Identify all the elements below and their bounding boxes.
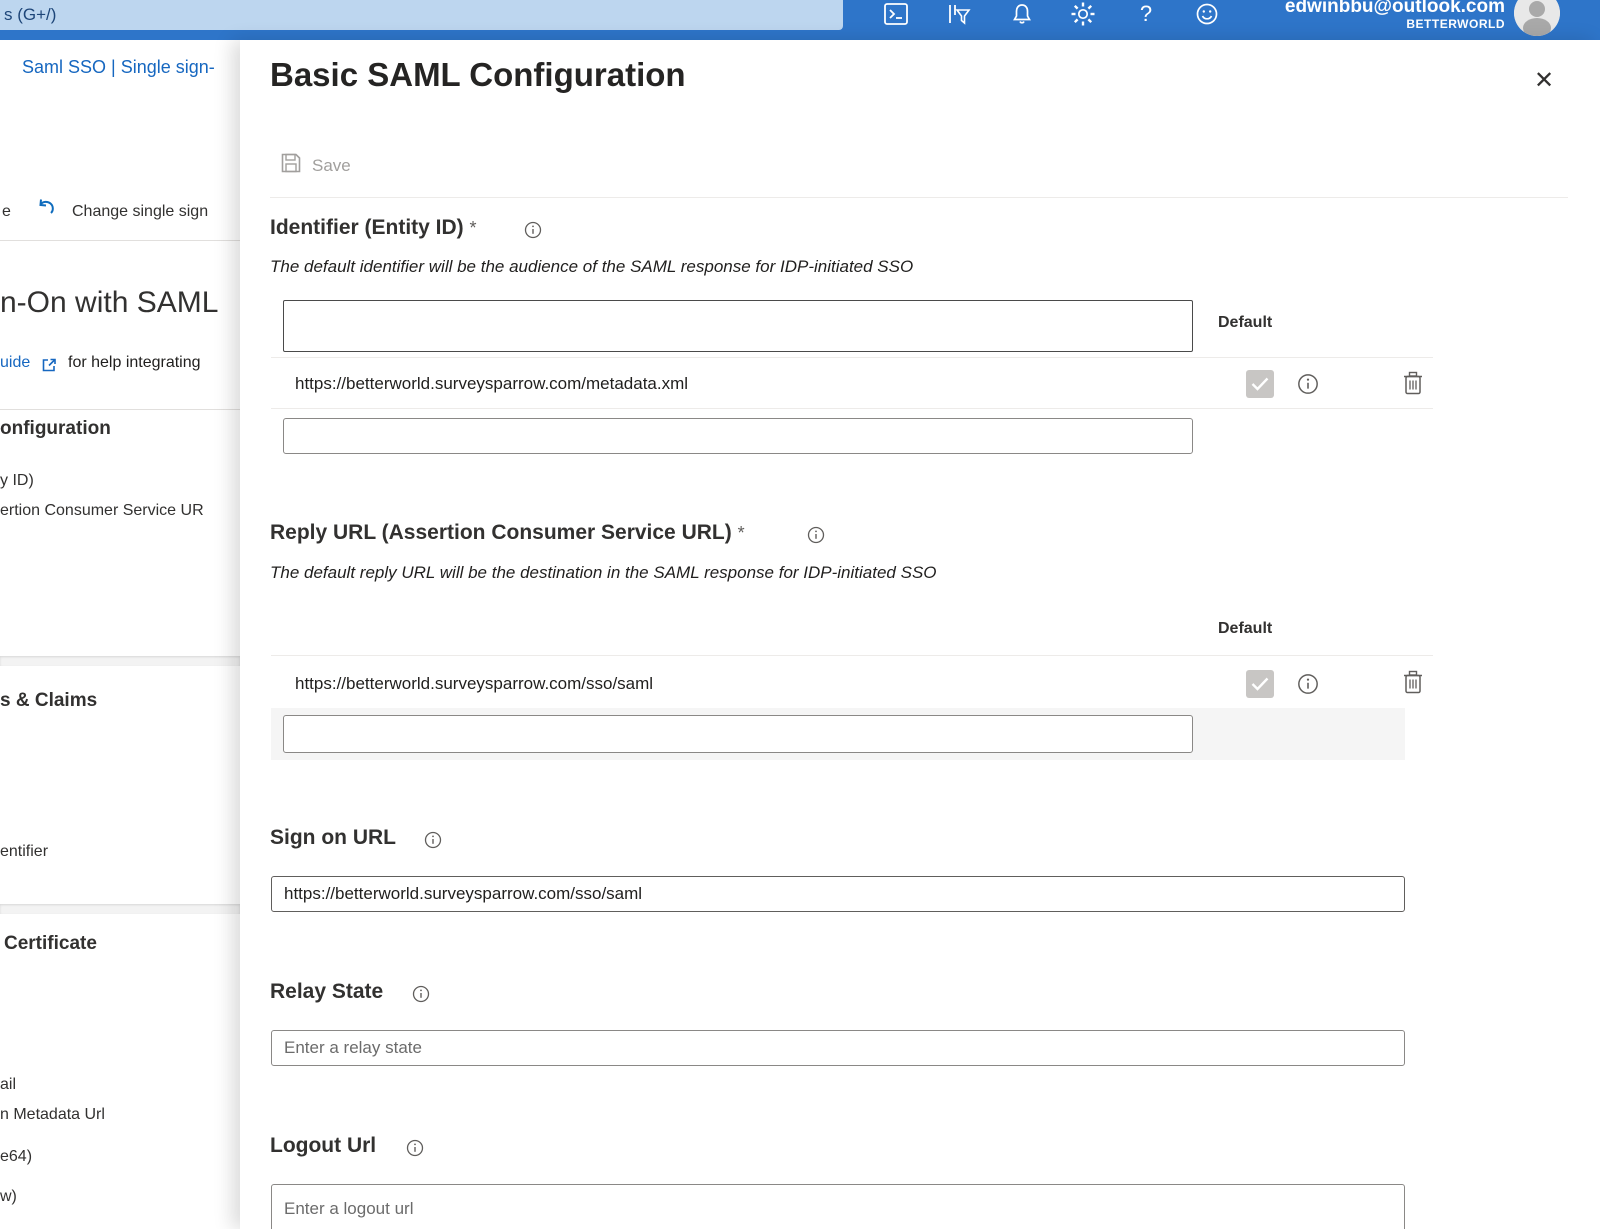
claims-card-title-fragment: s & Claims [0,690,97,712]
logout-url-label: Logout Url [270,1134,376,1158]
basic-config-card-title-fragment: onfiguration [0,418,111,440]
reply-extra-input[interactable] [283,715,1193,753]
default-column-header: Default [1218,314,1272,332]
card-gap [0,656,240,666]
notifications-bell-icon[interactable] [1008,1,1036,27]
account-email[interactable]: edwinbbu@outlook.com [1085,0,1505,18]
notification-email-fragment: ail [0,1076,16,1094]
save-button[interactable]: Save [280,152,351,179]
logout-url-input[interactable] [271,1184,1405,1229]
sso-saml-heading-fragment: n-On with SAML [0,286,218,320]
identifier-section-label: Identifier (Entity ID) * [270,216,477,240]
sign-on-url-label: Sign on URL [270,826,396,850]
acs-label-fragment: ertion Consumer Service UR [0,502,204,520]
info-icon[interactable] [1297,373,1319,395]
close-icon[interactable]: ✕ [1528,64,1560,96]
guide-link-fragment[interactable]: uide [0,354,30,372]
logout-url-input-field[interactable] [271,1184,1405,1229]
identifier-default-checkbox[interactable] [1246,370,1274,398]
save-label: Save [312,156,351,176]
identifier-label-fragment: entifier [0,843,48,861]
azure-top-bar: s (G+/) [0,0,1600,40]
guide-text-fragment: for help integrating [68,354,201,372]
info-icon[interactable] [807,526,825,544]
row-divider [271,408,1433,409]
relay-state-input-field[interactable] [271,1030,1405,1066]
panel-title: Basic SAML Configuration [270,56,686,94]
reply-url-section-label: Reply URL (Assertion Consumer Service UR… [270,521,745,545]
info-icon[interactable] [524,221,542,239]
sign-on-url-input[interactable] [271,876,1405,912]
reply-extra-input-field[interactable] [283,715,1193,753]
info-icon[interactable] [406,1139,424,1157]
reply-default-checkbox[interactable] [1246,670,1274,698]
identifier-extra-input[interactable] [283,418,1193,454]
external-link-icon [40,356,58,379]
basic-saml-configuration-panel: Basic SAML Configuration ✕ Save Identifi… [240,40,1600,1229]
entity-id-label-fragment: y ID) [0,472,34,490]
card-gap [0,904,240,914]
identifier-new-input-field[interactable] [284,301,1192,351]
certificate-base64-fragment: e64) [0,1148,32,1166]
reply-url-description: The default reply URL will be the destin… [270,563,937,583]
background-page: › Saml SSO | Single sign- e Change singl… [0,40,240,1229]
sign-on-url-input-field[interactable] [271,876,1405,912]
row-divider [271,357,1433,358]
info-icon[interactable] [424,831,442,849]
toolbar-divider [270,197,1568,198]
screenshot-root: s (G+/) [0,0,1600,1229]
directory-filter-icon[interactable] [944,1,972,27]
search-input[interactable]: s (G+/) [0,0,843,30]
save-floppy-icon [280,152,302,179]
metadata-url-fragment: n Metadata Url [0,1106,105,1124]
identifier-new-input[interactable] [283,300,1193,352]
relay-state-input[interactable] [271,1030,1405,1066]
relay-state-label: Relay State [270,980,383,1004]
default-column-header: Default [1218,620,1272,638]
identifier-extra-input-field[interactable] [283,418,1193,454]
identifier-row-url: https://betterworld.surveysparrow.com/me… [295,374,688,394]
identifier-description: The default identifier will be the audie… [270,257,913,277]
card-top-divider [0,409,240,410]
account-avatar[interactable] [1514,0,1560,36]
commandbar-fragment: e [2,203,11,221]
delete-trash-icon[interactable] [1403,370,1423,396]
reply-row-url: https://betterworld.surveysparrow.com/ss… [295,674,653,694]
row-divider [271,655,1433,656]
commandbar-divider [0,240,240,241]
required-asterisk: * [470,218,477,238]
change-sso-mode-button[interactable]: Change single sign [72,203,208,221]
info-icon[interactable] [412,985,430,1003]
certificate-raw-fragment: w) [0,1188,17,1206]
required-asterisk: * [738,523,745,543]
certificate-card-title-fragment: Certificate [4,933,97,955]
breadcrumb-saml-sso-link[interactable]: Saml SSO | Single sign- [22,57,215,78]
delete-trash-icon[interactable] [1403,669,1423,695]
cloud-shell-icon[interactable] [882,1,910,27]
account-tenant: BETTERWORLD [1205,17,1505,31]
info-icon[interactable] [1297,673,1319,695]
undo-arrow-icon[interactable] [34,198,58,227]
